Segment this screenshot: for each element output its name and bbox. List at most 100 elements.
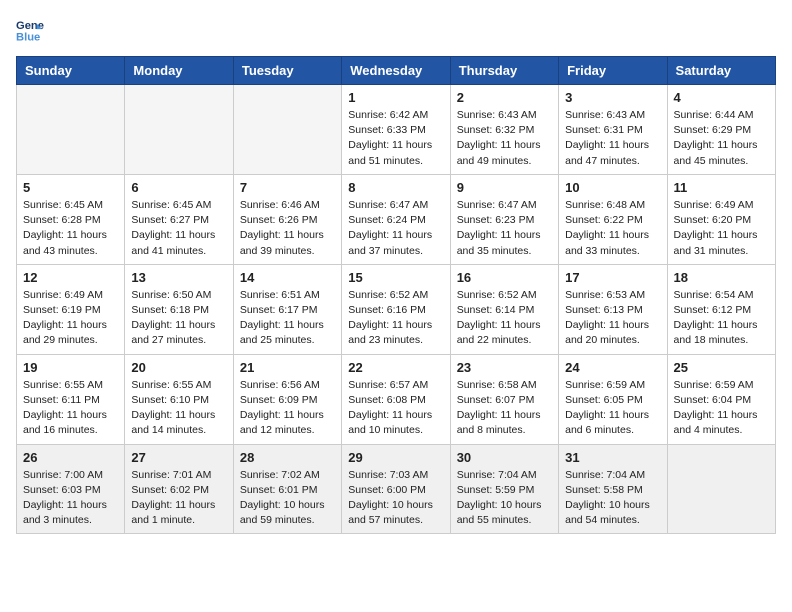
day-of-week-header: Thursday xyxy=(450,57,558,85)
day-number: 20 xyxy=(131,360,226,375)
svg-text:General: General xyxy=(16,20,44,32)
cell-info: Sunrise: 6:47 AM Sunset: 6:23 PM Dayligh… xyxy=(457,198,552,259)
cell-info: Sunrise: 6:50 AM Sunset: 6:18 PM Dayligh… xyxy=(131,288,226,349)
day-number: 27 xyxy=(131,450,226,465)
cell-info: Sunrise: 6:47 AM Sunset: 6:24 PM Dayligh… xyxy=(348,198,443,259)
day-number: 10 xyxy=(565,180,660,195)
calendar-cell: 24 Sunrise: 6:59 AM Sunset: 6:05 PM Dayli… xyxy=(559,354,667,444)
day-number: 2 xyxy=(457,90,552,105)
calendar-cell: 25Sunrise: 6:59 AM Sunset: 6:04 PM Dayli… xyxy=(667,354,775,444)
day-number: 17 xyxy=(565,270,660,285)
calendar-cell: 18 Sunrise: 6:54 AM Sunset: 6:12 PM Dayli… xyxy=(667,264,775,354)
day-of-week-header: Tuesday xyxy=(233,57,341,85)
cell-info: Sunrise: 6:51 AM Sunset: 6:17 PM Dayligh… xyxy=(240,288,335,349)
cell-info: Sunrise: 6:43 AM Sunset: 6:31 PM Dayligh… xyxy=(565,108,660,169)
cell-info: Sunrise: 7:04 AM Sunset: 5:58 PM Dayligh… xyxy=(565,468,660,529)
calendar-cell: 3Sunrise: 6:43 AM Sunset: 6:31 PM Daylig… xyxy=(559,85,667,175)
cell-info: Sunrise: 7:03 AM Sunset: 6:00 PM Dayligh… xyxy=(348,468,443,529)
calendar-cell xyxy=(17,85,125,175)
cell-info: Sunrise: 6:59 AM Sunset: 6:04 PM Dayligh… xyxy=(674,378,769,439)
day-number: 15 xyxy=(348,270,443,285)
day-number: 28 xyxy=(240,450,335,465)
day-number: 4 xyxy=(674,90,769,105)
cell-info: Sunrise: 6:58 AM Sunset: 6:07 PM Dayligh… xyxy=(457,378,552,439)
day-of-week-header: Saturday xyxy=(667,57,775,85)
day-of-week-header: Wednesday xyxy=(342,57,450,85)
cell-info: Sunrise: 6:52 AM Sunset: 6:14 PM Dayligh… xyxy=(457,288,552,349)
day-number: 8 xyxy=(348,180,443,195)
calendar-cell: 13Sunrise: 6:50 AM Sunset: 6:18 PM Dayli… xyxy=(125,264,233,354)
day-number: 23 xyxy=(457,360,552,375)
cell-info: Sunrise: 6:49 AM Sunset: 6:19 PM Dayligh… xyxy=(23,288,118,349)
svg-text:Blue: Blue xyxy=(16,31,40,43)
calendar-cell: 16 Sunrise: 6:52 AM Sunset: 6:14 PM Dayli… xyxy=(450,264,558,354)
cell-info: Sunrise: 6:55 AM Sunset: 6:10 PM Dayligh… xyxy=(131,378,226,439)
cell-info: Sunrise: 6:48 AM Sunset: 6:22 PM Dayligh… xyxy=(565,198,660,259)
calendar-cell: 1Sunrise: 6:42 AM Sunset: 6:33 PM Daylig… xyxy=(342,85,450,175)
day-number: 26 xyxy=(23,450,118,465)
day-of-week-header: Monday xyxy=(125,57,233,85)
cell-info: Sunrise: 6:46 AM Sunset: 6:26 PM Dayligh… xyxy=(240,198,335,259)
day-number: 21 xyxy=(240,360,335,375)
page-header: General Blue xyxy=(16,16,776,44)
cell-info: Sunrise: 7:02 AM Sunset: 6:01 PM Dayligh… xyxy=(240,468,335,529)
cell-info: Sunrise: 7:01 AM Sunset: 6:02 PM Dayligh… xyxy=(131,468,226,529)
cell-info: Sunrise: 7:00 AM Sunset: 6:03 PM Dayligh… xyxy=(23,468,118,529)
calendar-cell: 21 Sunrise: 6:56 AM Sunset: 6:09 PM Dayli… xyxy=(233,354,341,444)
day-number: 5 xyxy=(23,180,118,195)
cell-info: Sunrise: 6:42 AM Sunset: 6:33 PM Dayligh… xyxy=(348,108,443,169)
calendar-cell: 15 Sunrise: 6:52 AM Sunset: 6:16 PM Dayli… xyxy=(342,264,450,354)
calendar-cell xyxy=(125,85,233,175)
calendar-cell: 19 Sunrise: 6:55 AM Sunset: 6:11 PM Dayli… xyxy=(17,354,125,444)
day-number: 22 xyxy=(348,360,443,375)
calendar-cell: 12 Sunrise: 6:49 AM Sunset: 6:19 PM Dayli… xyxy=(17,264,125,354)
calendar-cell: 8 Sunrise: 6:47 AM Sunset: 6:24 PM Daylig… xyxy=(342,174,450,264)
cell-info: Sunrise: 6:52 AM Sunset: 6:16 PM Dayligh… xyxy=(348,288,443,349)
calendar-cell: 28 Sunrise: 7:02 AM Sunset: 6:01 PM Dayli… xyxy=(233,444,341,534)
cell-info: Sunrise: 7:04 AM Sunset: 5:59 PM Dayligh… xyxy=(457,468,552,529)
day-number: 16 xyxy=(457,270,552,285)
calendar-cell: 14 Sunrise: 6:51 AM Sunset: 6:17 PM Dayli… xyxy=(233,264,341,354)
calendar-week-row: 26 Sunrise: 7:00 AM Sunset: 6:03 PM Dayli… xyxy=(17,444,776,534)
calendar-cell: 7Sunrise: 6:46 AM Sunset: 6:26 PM Daylig… xyxy=(233,174,341,264)
cell-info: Sunrise: 6:56 AM Sunset: 6:09 PM Dayligh… xyxy=(240,378,335,439)
calendar-cell: 30 Sunrise: 7:04 AM Sunset: 5:59 PM Dayli… xyxy=(450,444,558,534)
day-number: 31 xyxy=(565,450,660,465)
cell-info: Sunrise: 6:59 AM Sunset: 6:05 PM Dayligh… xyxy=(565,378,660,439)
calendar-cell: 11 Sunrise: 6:49 AM Sunset: 6:20 PM Dayli… xyxy=(667,174,775,264)
day-number: 30 xyxy=(457,450,552,465)
calendar-cell: 20 Sunrise: 6:55 AM Sunset: 6:10 PM Dayli… xyxy=(125,354,233,444)
day-number: 11 xyxy=(674,180,769,195)
calendar-cell: 17Sunrise: 6:53 AM Sunset: 6:13 PM Dayli… xyxy=(559,264,667,354)
cell-info: Sunrise: 6:55 AM Sunset: 6:11 PM Dayligh… xyxy=(23,378,118,439)
cell-info: Sunrise: 6:49 AM Sunset: 6:20 PM Dayligh… xyxy=(674,198,769,259)
day-number: 6 xyxy=(131,180,226,195)
day-number: 9 xyxy=(457,180,552,195)
calendar-header-row: SundayMondayTuesdayWednesdayThursdayFrid… xyxy=(17,57,776,85)
calendar-cell: 10 Sunrise: 6:48 AM Sunset: 6:22 PM Dayli… xyxy=(559,174,667,264)
calendar-cell: 29 Sunrise: 7:03 AM Sunset: 6:00 PM Dayli… xyxy=(342,444,450,534)
day-of-week-header: Friday xyxy=(559,57,667,85)
cell-info: Sunrise: 6:54 AM Sunset: 6:12 PM Dayligh… xyxy=(674,288,769,349)
calendar-week-row: 12 Sunrise: 6:49 AM Sunset: 6:19 PM Dayli… xyxy=(17,264,776,354)
calendar-cell: 5 Sunrise: 6:45 AM Sunset: 6:28 PM Daylig… xyxy=(17,174,125,264)
day-number: 12 xyxy=(23,270,118,285)
logo-icon: General Blue xyxy=(16,16,44,44)
day-number: 19 xyxy=(23,360,118,375)
cell-info: Sunrise: 6:43 AM Sunset: 6:32 PM Dayligh… xyxy=(457,108,552,169)
calendar-cell: 26 Sunrise: 7:00 AM Sunset: 6:03 PM Dayli… xyxy=(17,444,125,534)
cell-info: Sunrise: 6:44 AM Sunset: 6:29 PM Dayligh… xyxy=(674,108,769,169)
day-number: 18 xyxy=(674,270,769,285)
calendar-cell: 6 Sunrise: 6:45 AM Sunset: 6:27 PM Daylig… xyxy=(125,174,233,264)
calendar-table: SundayMondayTuesdayWednesdayThursdayFrid… xyxy=(16,56,776,534)
cell-info: Sunrise: 6:45 AM Sunset: 6:28 PM Dayligh… xyxy=(23,198,118,259)
day-number: 14 xyxy=(240,270,335,285)
calendar-week-row: 19 Sunrise: 6:55 AM Sunset: 6:11 PM Dayli… xyxy=(17,354,776,444)
calendar-cell xyxy=(233,85,341,175)
calendar-cell: 2 Sunrise: 6:43 AM Sunset: 6:32 PM Daylig… xyxy=(450,85,558,175)
calendar-week-row: 1Sunrise: 6:42 AM Sunset: 6:33 PM Daylig… xyxy=(17,85,776,175)
day-number: 24 xyxy=(565,360,660,375)
calendar-cell: 4 Sunrise: 6:44 AM Sunset: 6:29 PM Daylig… xyxy=(667,85,775,175)
cell-info: Sunrise: 6:45 AM Sunset: 6:27 PM Dayligh… xyxy=(131,198,226,259)
day-number: 29 xyxy=(348,450,443,465)
